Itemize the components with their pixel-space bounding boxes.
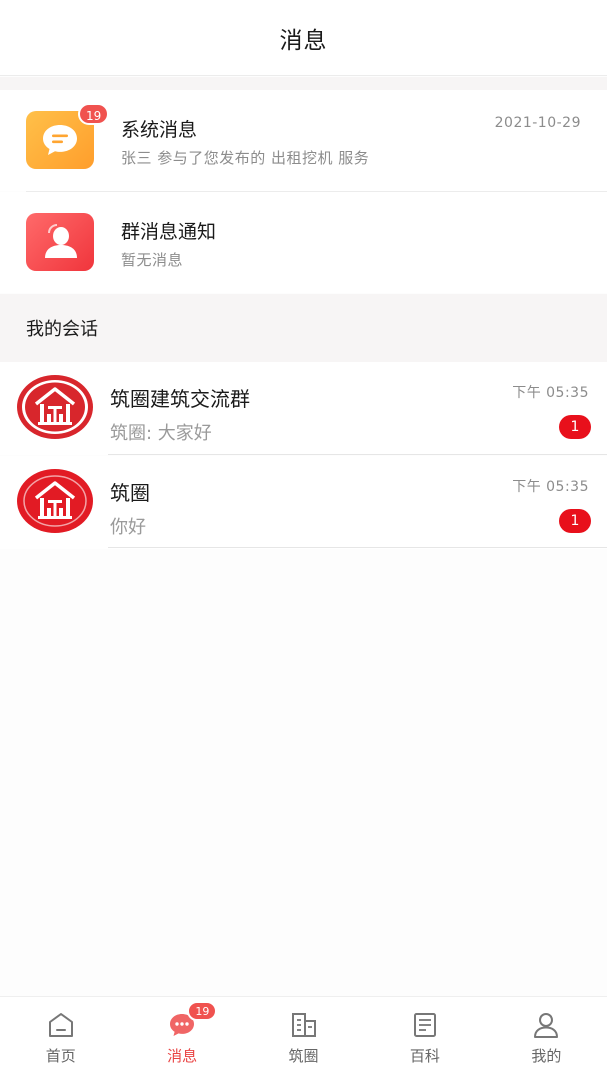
chat-bubble-icon [43, 125, 77, 155]
top-bar: 消息 [0, 0, 607, 76]
buildings-icon [291, 1013, 316, 1037]
messages-screen: 消息 19 系统消息 张三 参与了您发布的 出租挖机 服务 2021-10-29… [0, 0, 607, 1080]
system-messages-row[interactable]: 19 系统消息 张三 参与了您发布的 出租挖机 服务 2021-10-29 [0, 90, 607, 191]
tab-profile[interactable]: 我的 [486, 997, 607, 1080]
tab-label: 我的 [531, 1047, 562, 1065]
group-notice-title: 群消息通知 [121, 221, 217, 243]
conversation-time: 下午 05:35 [512, 385, 589, 401]
spacer [0, 77, 607, 90]
conversation-name: 筑圈 [110, 481, 150, 505]
profile-icon [534, 1013, 559, 1038]
tab-label: 首页 [45, 1047, 76, 1065]
system-messages-date: 2021-10-29 [494, 115, 581, 131]
bottom-tab-bar: 首页 19 消息 筑圈 百科 我的 [0, 996, 607, 1080]
home-icon [48, 1013, 73, 1037]
conversation-time: 下午 05:35 [512, 479, 589, 495]
tab-home[interactable]: 首页 [0, 997, 121, 1080]
system-messages-title: 系统消息 [121, 119, 198, 141]
tab-encyclopedia[interactable]: 百科 [364, 997, 485, 1080]
conversation-item[interactable]: 筑圈 你好 下午 05:35 1 [0, 456, 607, 549]
messages-tab-badge: 19 [187, 1001, 218, 1021]
tab-zhuquan[interactable]: 筑圈 [243, 997, 364, 1080]
divider [108, 454, 607, 455]
tab-label: 筑圈 [288, 1047, 319, 1065]
my-conversations-header: 我的会话 [0, 294, 607, 362]
group-notice-icon-tile [26, 213, 94, 271]
conversation-last-message: 你好 [110, 517, 146, 538]
group-person-icon [45, 224, 77, 258]
system-messages-badge: 19 [78, 103, 110, 125]
section-title: 我的会话 [26, 319, 98, 340]
zhuquan-logo-avatar [17, 469, 93, 533]
zhuquan-logo-avatar [17, 375, 93, 439]
unread-badge: 1 [559, 415, 591, 439]
group-notice-row[interactable]: 群消息通知 暂无消息 [0, 192, 607, 293]
page-title: 消息 [279, 27, 328, 54]
tab-messages[interactable]: 19 消息 [121, 997, 242, 1080]
group-notice-preview: 暂无消息 [121, 251, 184, 269]
tab-label: 百科 [409, 1047, 440, 1065]
unread-badge: 1 [559, 509, 591, 533]
conversation-item[interactable]: 筑圈建筑交流群 筑圈: 大家好 下午 05:35 1 [0, 362, 607, 455]
conversation-last-message: 筑圈: 大家好 [110, 423, 212, 444]
system-messages-preview: 张三 参与了您发布的 出租挖机 服务 [121, 149, 370, 167]
conversation-name: 筑圈建筑交流群 [110, 387, 250, 411]
divider [108, 547, 607, 548]
tab-label: 消息 [167, 1047, 198, 1065]
encyclopedia-icon [413, 1013, 436, 1037]
